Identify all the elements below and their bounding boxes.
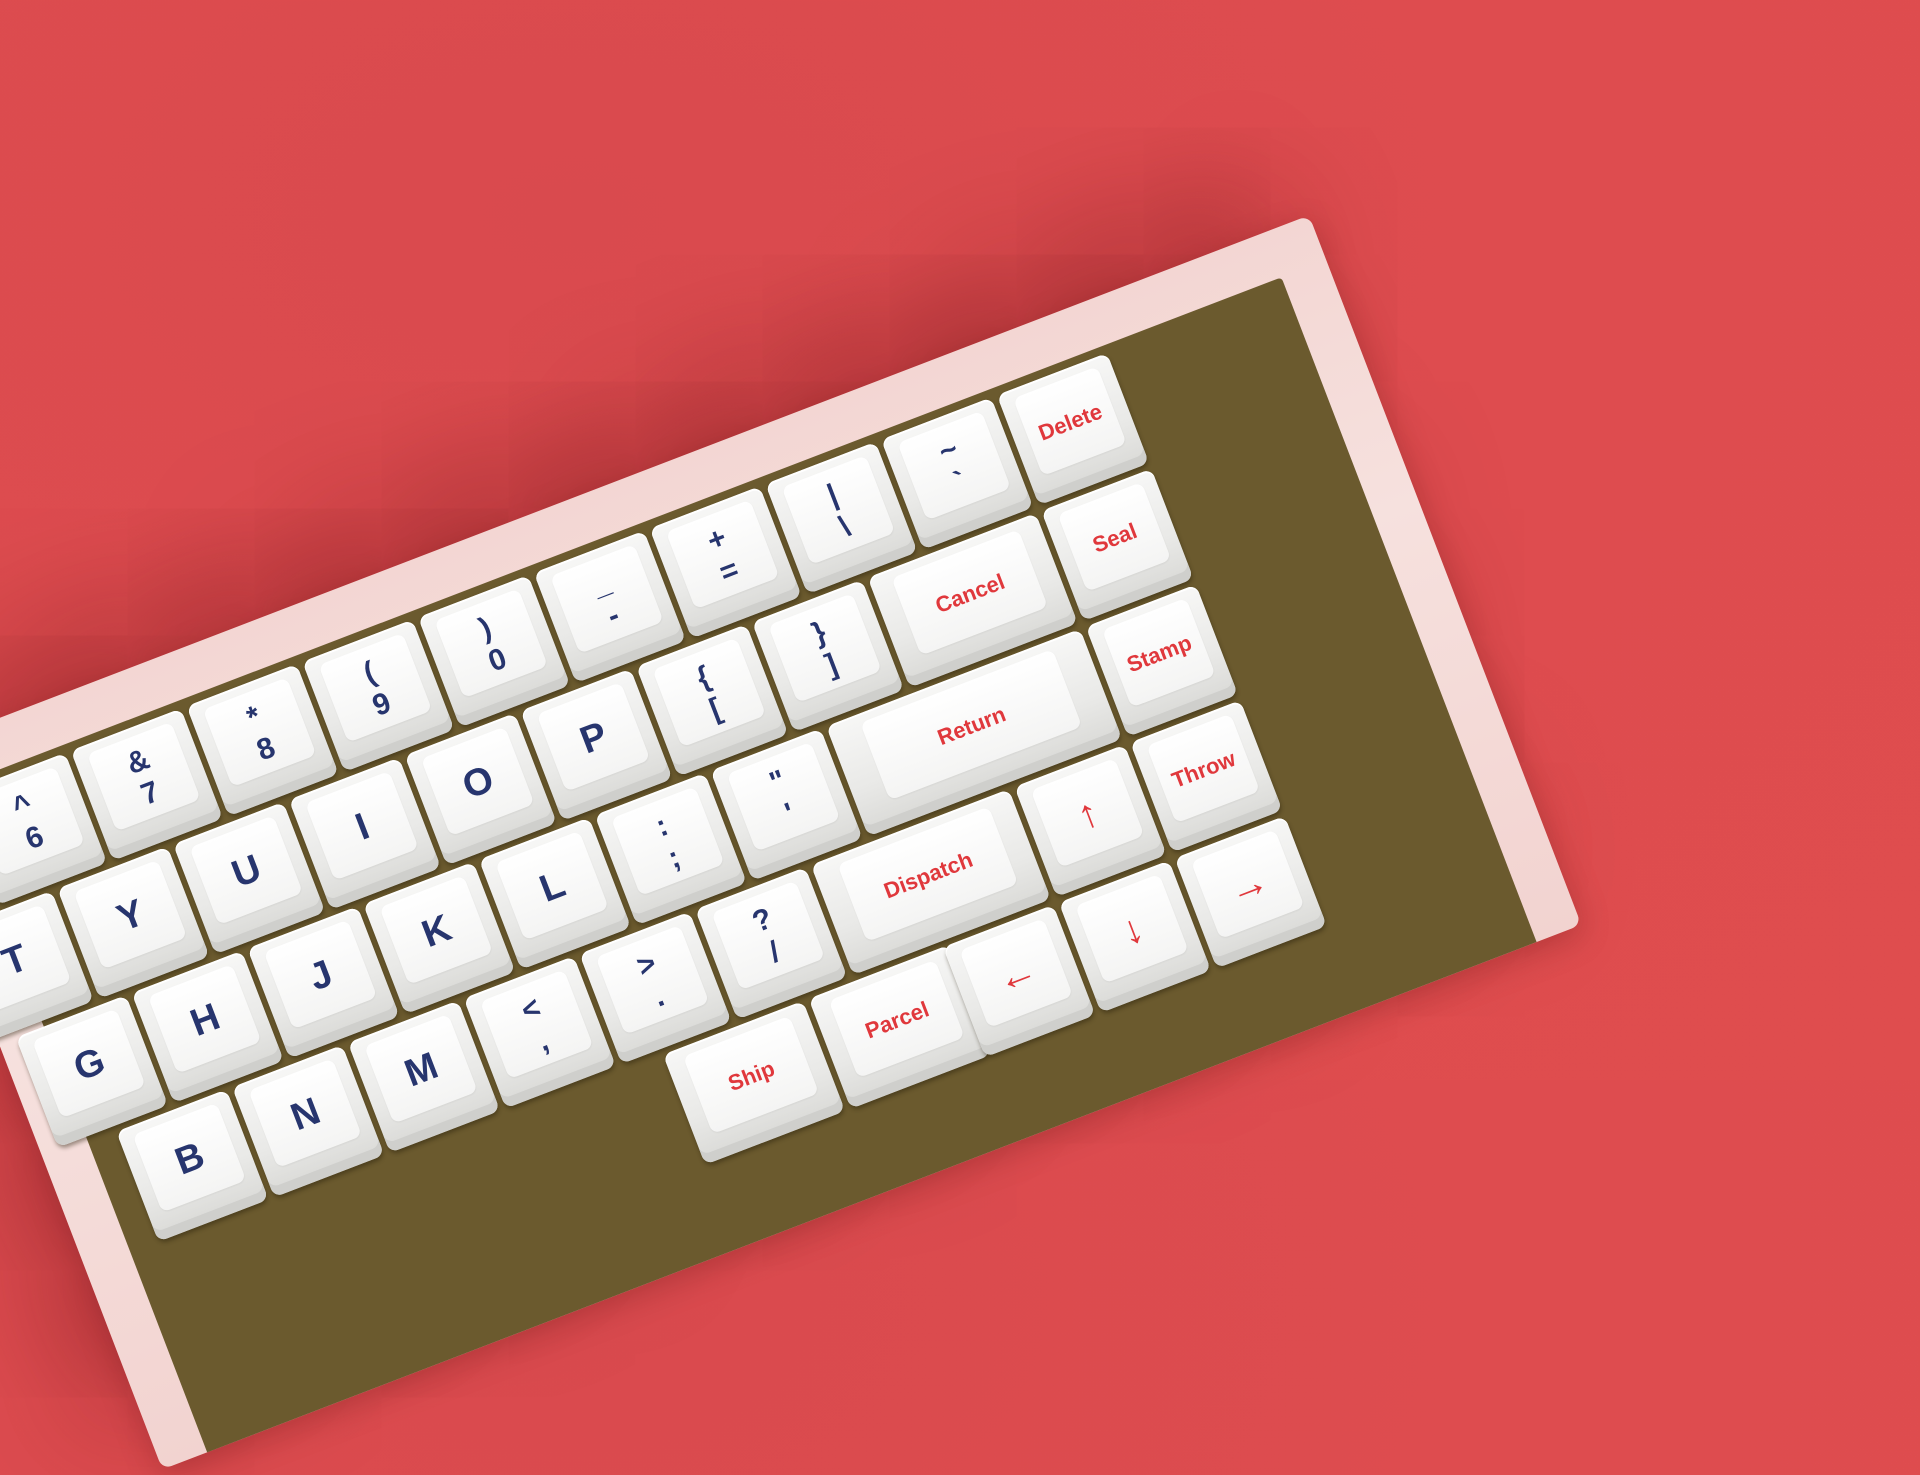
keyboard: ^ 6 & 7 * 8 (9 ) 0 _ - + = | \ ~ ` Delete T Y U … (0, 215, 1582, 1470)
photo-scene: ^ 6 & 7 * 8 (9 ) 0 _ - + = | \ ~ ` Delete T Y U … (0, 0, 1920, 1470)
